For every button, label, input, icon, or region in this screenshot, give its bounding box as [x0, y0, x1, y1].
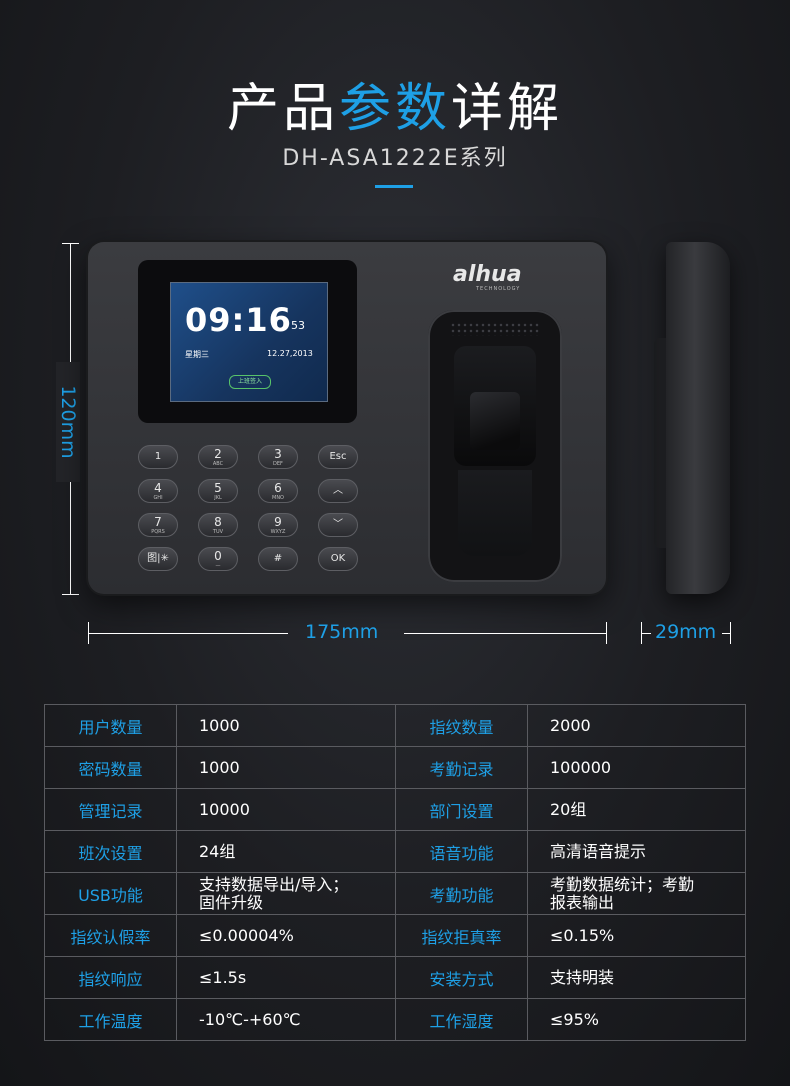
spec-label: USB功能 — [44, 872, 177, 915]
key-6: 6 MNO — [258, 479, 298, 503]
spec-value: 1000 — [176, 746, 396, 789]
spec-value: 支持数据导出/导入； 固件升级 — [176, 872, 396, 915]
spec-label: 用户数量 — [44, 704, 177, 747]
screen-seconds: 53 — [291, 319, 305, 332]
spec-label: 指纹数量 — [395, 704, 528, 747]
fingerprint-scanner — [428, 310, 562, 582]
spec-value: ≤0.00004% — [176, 914, 396, 957]
chevron-down-icon: ﹀ — [333, 519, 343, 530]
depth-dimension-cap-right — [730, 622, 731, 644]
spec-value: ≤1.5s — [176, 956, 396, 999]
key-0: 0— — [198, 547, 238, 571]
height-dimension-cap-bottom — [62, 594, 79, 595]
key-esc: Esc — [318, 445, 358, 469]
page-title: 产品参数详解 — [0, 66, 790, 141]
key-up: ︿ — [318, 479, 358, 503]
spec-label: 考勤记录 — [395, 746, 528, 789]
screen-date: 12.27,2013 — [267, 349, 313, 358]
spec-label: 管理记录 — [44, 788, 177, 831]
key-1: 1 — [138, 445, 178, 469]
title-divider — [375, 185, 413, 188]
depth-dimension-label: 29mm — [655, 621, 717, 643]
spec-value: ≤95% — [527, 998, 746, 1041]
spec-value: 1000 — [176, 704, 396, 747]
spec-value: 支持明装 — [527, 956, 746, 999]
depth-dimension-line-left — [641, 633, 651, 634]
fingerprint-sensor-icon — [470, 392, 520, 450]
device-screen: 09:16 53 星期三 12.27,2013 上班签入 — [170, 282, 328, 402]
spec-label: 指纹拒真率 — [395, 914, 528, 957]
sensor-well — [454, 346, 536, 466]
spec-row: 工作温度 -10℃-+60℃ 工作湿度 ≤95% — [44, 998, 746, 1041]
key-down: ﹀ — [318, 513, 358, 537]
spec-value: ≤0.15% — [527, 914, 746, 957]
spec-label: 工作湿度 — [395, 998, 528, 1041]
key-5: 5 JKL — [198, 479, 238, 503]
specs-table: 用户数量 1000 指纹数量 2000 密码数量 1000 考勤记录 100000 管理记录 10… — [44, 704, 746, 1041]
spec-label: 班次设置 — [44, 830, 177, 873]
height-dimension-cap-top — [62, 243, 79, 244]
key-9: 9 WXYZ — [258, 513, 298, 537]
screen-checkin-button: 上班签入 — [229, 375, 271, 389]
spec-value: 20组 — [527, 788, 746, 831]
title-part1: 产品 — [226, 79, 339, 139]
spec-value: 2000 — [527, 704, 746, 747]
spec-value: 考勤数据统计；考勤 报表输出 — [527, 872, 746, 915]
spec-label: 部门设置 — [395, 788, 528, 831]
key-7: 7 PQRS — [138, 513, 178, 537]
key-hash: # — [258, 547, 298, 571]
speaker-grill — [450, 322, 540, 336]
width-dimension-line-left — [88, 633, 288, 634]
spec-label: 工作温度 — [44, 998, 177, 1041]
side-body — [666, 242, 730, 594]
spec-row: 指纹认假率 ≤0.00004% 指纹拒真率 ≤0.15% — [44, 914, 746, 957]
key-4: 4 GHI — [138, 479, 178, 503]
screen-bezel: 09:16 53 星期三 12.27,2013 上班签入 — [138, 260, 357, 423]
spec-value: -10℃-+60℃ — [176, 998, 396, 1041]
title-part2: 详解 — [451, 79, 564, 139]
spec-value: 高清语音提示 — [527, 830, 746, 873]
spec-value: 24组 — [176, 830, 396, 873]
chevron-up-icon: ︿ — [333, 485, 343, 496]
spec-row: 用户数量 1000 指纹数量 2000 — [44, 704, 746, 747]
height-dimension-label: 120mm — [56, 362, 80, 482]
spec-row: 管理记录 10000 部门设置 20组 — [44, 788, 746, 831]
key-3: 3 DEF — [258, 445, 298, 469]
key-2: 2 ABC — [198, 445, 238, 469]
spec-value: 100000 — [527, 746, 746, 789]
device-side-image — [654, 242, 730, 594]
key-ok: OK — [318, 547, 358, 571]
spec-row: USB功能 支持数据导出/导入； 固件升级 考勤功能 考勤数据统计；考勤 报表输出 — [44, 872, 746, 915]
model-subtitle: DH-ASA1222E系列 — [282, 146, 508, 171]
key-star: 图|✳ — [138, 547, 178, 571]
brand-logo-sub: TECHNOLOGY — [476, 286, 521, 292]
width-dimension-line-right — [404, 633, 606, 634]
width-dimension-cap-right — [606, 622, 607, 644]
title-highlight: 参数 — [338, 79, 451, 139]
screen-time: 09:16 — [185, 301, 292, 339]
spec-label: 密码数量 — [44, 746, 177, 789]
brand-logo: alhua — [453, 262, 522, 287]
spec-label: 指纹认假率 — [44, 914, 177, 957]
depth-dimension-line-right — [722, 633, 730, 634]
spec-value: 10000 — [176, 788, 396, 831]
spec-label: 指纹响应 — [44, 956, 177, 999]
spec-label: 考勤功能 — [395, 872, 528, 915]
device-front-image: 09:16 53 星期三 12.27,2013 上班签入 alhua TECHN… — [88, 242, 606, 594]
spec-row: 指纹响应 ≤1.5s 安装方式 支持明装 — [44, 956, 746, 999]
spec-label: 语音功能 — [395, 830, 528, 873]
key-8: 8 TUV — [198, 513, 238, 537]
spec-label: 安装方式 — [395, 956, 528, 999]
finger-slot — [458, 470, 532, 556]
spec-row: 班次设置 24组 语音功能 高清语音提示 — [44, 830, 746, 873]
width-dimension-label: 175mm — [305, 621, 379, 643]
screen-weekday: 星期三 — [185, 350, 209, 359]
device-keypad: 1 2 ABC 3 DEF Esc 4 GHI 5 JKL 6 MNO ︿ 7 PQRS 8… — [138, 445, 378, 585]
spec-row: 密码数量 1000 考勤记录 100000 — [44, 746, 746, 789]
